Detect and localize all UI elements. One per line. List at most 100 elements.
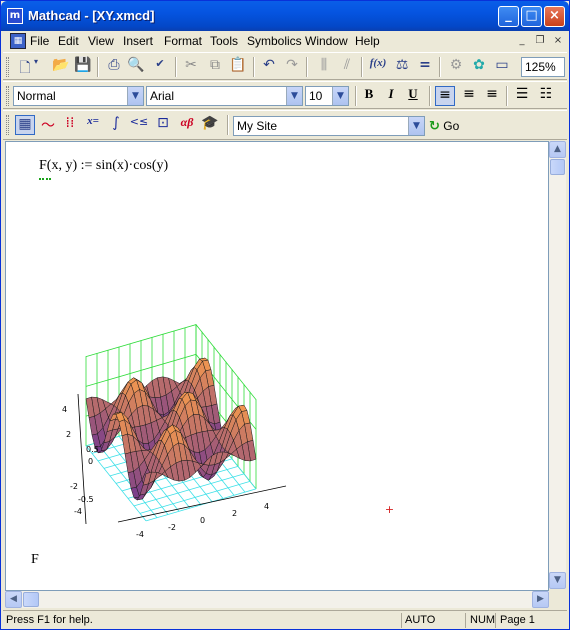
bullet-list-icon[interactable]: ☰ (512, 86, 532, 106)
menu-file[interactable]: File (30, 34, 49, 48)
separator (306, 57, 308, 77)
menu-insert[interactable]: Insert (123, 34, 153, 48)
numbered-list-icon[interactable]: ☷ (536, 86, 556, 106)
symbolic-icon[interactable]: 🎓 (200, 115, 220, 135)
document-icon[interactable]: ▦ (10, 33, 26, 49)
align-right-icon[interactable]: ≡ (482, 86, 502, 106)
resource-icon[interactable]: ✿ (469, 57, 489, 77)
redo-icon[interactable]: ↷ (282, 57, 302, 77)
cut-icon[interactable]: ✂ (181, 57, 201, 77)
align-icon[interactable]: ⫼ (314, 57, 334, 77)
surface-plot-svg: 420.50-2-0.5-4-4-2024 (62, 324, 287, 539)
go-arrow-icon: ↻ (429, 119, 440, 134)
address-value: My Site (237, 119, 278, 133)
horizontal-scrollbar[interactable]: ◀ ▶ (5, 591, 549, 608)
toolbar-grip[interactable] (6, 115, 9, 135)
programming-icon[interactable]: ⊡ (153, 115, 173, 135)
scroll-down-button[interactable]: ▼ (549, 572, 566, 589)
menu-format[interactable]: Format (164, 34, 202, 48)
scroll-left-button[interactable]: ◀ (5, 591, 22, 608)
horizontal-scroll-thumb[interactable] (23, 592, 39, 607)
align-down-icon[interactable]: ⫽ (337, 57, 357, 77)
x-tick-label: 2 (232, 509, 237, 518)
vertical-scrollbar[interactable]: ▲ ▼ (549, 141, 566, 589)
chevron-down-icon[interactable]: ▼ (127, 87, 143, 105)
greek-icon[interactable]: αβ (177, 115, 197, 135)
underline-button[interactable]: U (403, 86, 423, 106)
size-select[interactable]: 10 ▼ (305, 86, 349, 106)
font-select[interactable]: Arial ▼ (146, 86, 303, 106)
separator (506, 86, 508, 106)
boolean-icon[interactable]: <≤ (129, 115, 149, 135)
x-tick-label: 4 (264, 502, 269, 511)
mdi-minimize-button[interactable]: _ (515, 34, 529, 48)
separator (465, 613, 466, 628)
worksheet[interactable]: F(x, y) := sin(x)·cos(y) 4 2 0.5 0 -2 -0.5 -4-… (5, 141, 549, 591)
paste-icon[interactable]: 📋 (228, 57, 248, 77)
menu-tools[interactable]: Tools (210, 34, 238, 48)
toolbar-grip[interactable] (6, 86, 9, 106)
calculus-icon[interactable]: ∫ (106, 115, 126, 135)
menu-window[interactable]: Window (305, 34, 348, 48)
separator (355, 86, 357, 106)
function-definition[interactable]: F(x, y) := sin(x)·cos(y) (39, 158, 168, 180)
menu-help[interactable]: Help (355, 34, 380, 48)
math-toolbar: ▦ 〜 ⁞⁞ x= ∫ <≤ ⊡ αβ 🎓 My Site ▼ ↻ Go (3, 110, 567, 140)
mdi-restore-button[interactable]: ❐ (533, 34, 547, 48)
separator (253, 57, 255, 77)
undo-icon[interactable]: ↶ (259, 57, 279, 77)
window-title: Mathcad - [XY.xmcd] (28, 8, 155, 23)
print-icon[interactable]: ⎙ (104, 57, 124, 77)
copy-icon[interactable]: ⧉ (205, 57, 225, 77)
menu-view[interactable]: View (88, 34, 114, 48)
menu-edit[interactable]: Edit (58, 34, 79, 48)
insert-unit-icon[interactable]: ⚖ (392, 57, 412, 77)
calculate-icon[interactable]: = (415, 57, 435, 77)
align-left-icon[interactable]: ≡ (435, 86, 455, 106)
calculator-icon[interactable]: ▦ (15, 115, 35, 135)
style-value: Normal (17, 89, 56, 103)
z-axis-line (77, 393, 87, 525)
maximize-button[interactable]: □ (521, 6, 542, 27)
separator (401, 613, 402, 628)
plot-function-label[interactable]: F (31, 552, 39, 568)
toolbar-grip[interactable] (6, 57, 9, 77)
scroll-right-button[interactable]: ▶ (532, 591, 549, 608)
z-tick-label: -4 (74, 507, 82, 516)
status-page: Page 1 (500, 614, 535, 626)
spell-check-icon[interactable]: ✔ (150, 57, 170, 77)
italic-button[interactable]: I (381, 86, 401, 106)
graph-icon[interactable]: 〜 (38, 115, 58, 135)
chevron-down-icon[interactable]: ▼ (332, 87, 348, 105)
new-dropdown-icon[interactable]: ▾ (31, 57, 41, 77)
z-tick-label: -0.5 (78, 495, 94, 504)
surface-plot[interactable]: 4 2 0.5 0 -2 -0.5 -4 -4 -2 0 2 4 (46, 254, 306, 544)
vertical-scroll-thumb[interactable] (550, 159, 565, 175)
open-icon[interactable]: 📂 (51, 57, 71, 77)
go-label: Go (443, 119, 460, 133)
status-num: NUM (470, 614, 496, 626)
chevron-down-icon[interactable]: ▼ (408, 117, 424, 135)
component-icon[interactable]: ⚙ (446, 57, 466, 77)
minimize-button[interactable]: _ (498, 6, 519, 27)
save-icon[interactable]: 💾 (73, 57, 93, 77)
print-preview-icon[interactable]: 🔍 (126, 57, 146, 77)
zoom-select[interactable]: 125% (521, 57, 565, 77)
address-select[interactable]: My Site ▼ (233, 116, 425, 136)
title-bar[interactable]: m Mathcad - [XY.xmcd] _ □ × (1, 1, 569, 31)
style-select[interactable]: Normal ▼ (13, 86, 144, 106)
chevron-down-icon[interactable]: ▼ (286, 87, 302, 105)
mdi-close-button[interactable]: × (551, 34, 565, 48)
matrix-icon[interactable]: ⁞⁞ (60, 115, 80, 135)
evaluation-icon[interactable]: x= (83, 115, 103, 135)
mathcad-app-icon[interactable]: m (7, 8, 23, 24)
close-button[interactable]: × (544, 6, 565, 27)
separator (227, 115, 229, 135)
insert-function-icon[interactable]: f(x) (368, 57, 388, 77)
align-center-icon[interactable]: ≡ (459, 86, 479, 106)
bold-button[interactable]: B (359, 86, 379, 106)
menu-symbolics[interactable]: Symbolics (247, 34, 302, 48)
scroll-up-button[interactable]: ▲ (549, 141, 566, 158)
window-icon[interactable]: ▭ (492, 57, 512, 77)
go-button[interactable]: ↻ Go (429, 116, 459, 136)
